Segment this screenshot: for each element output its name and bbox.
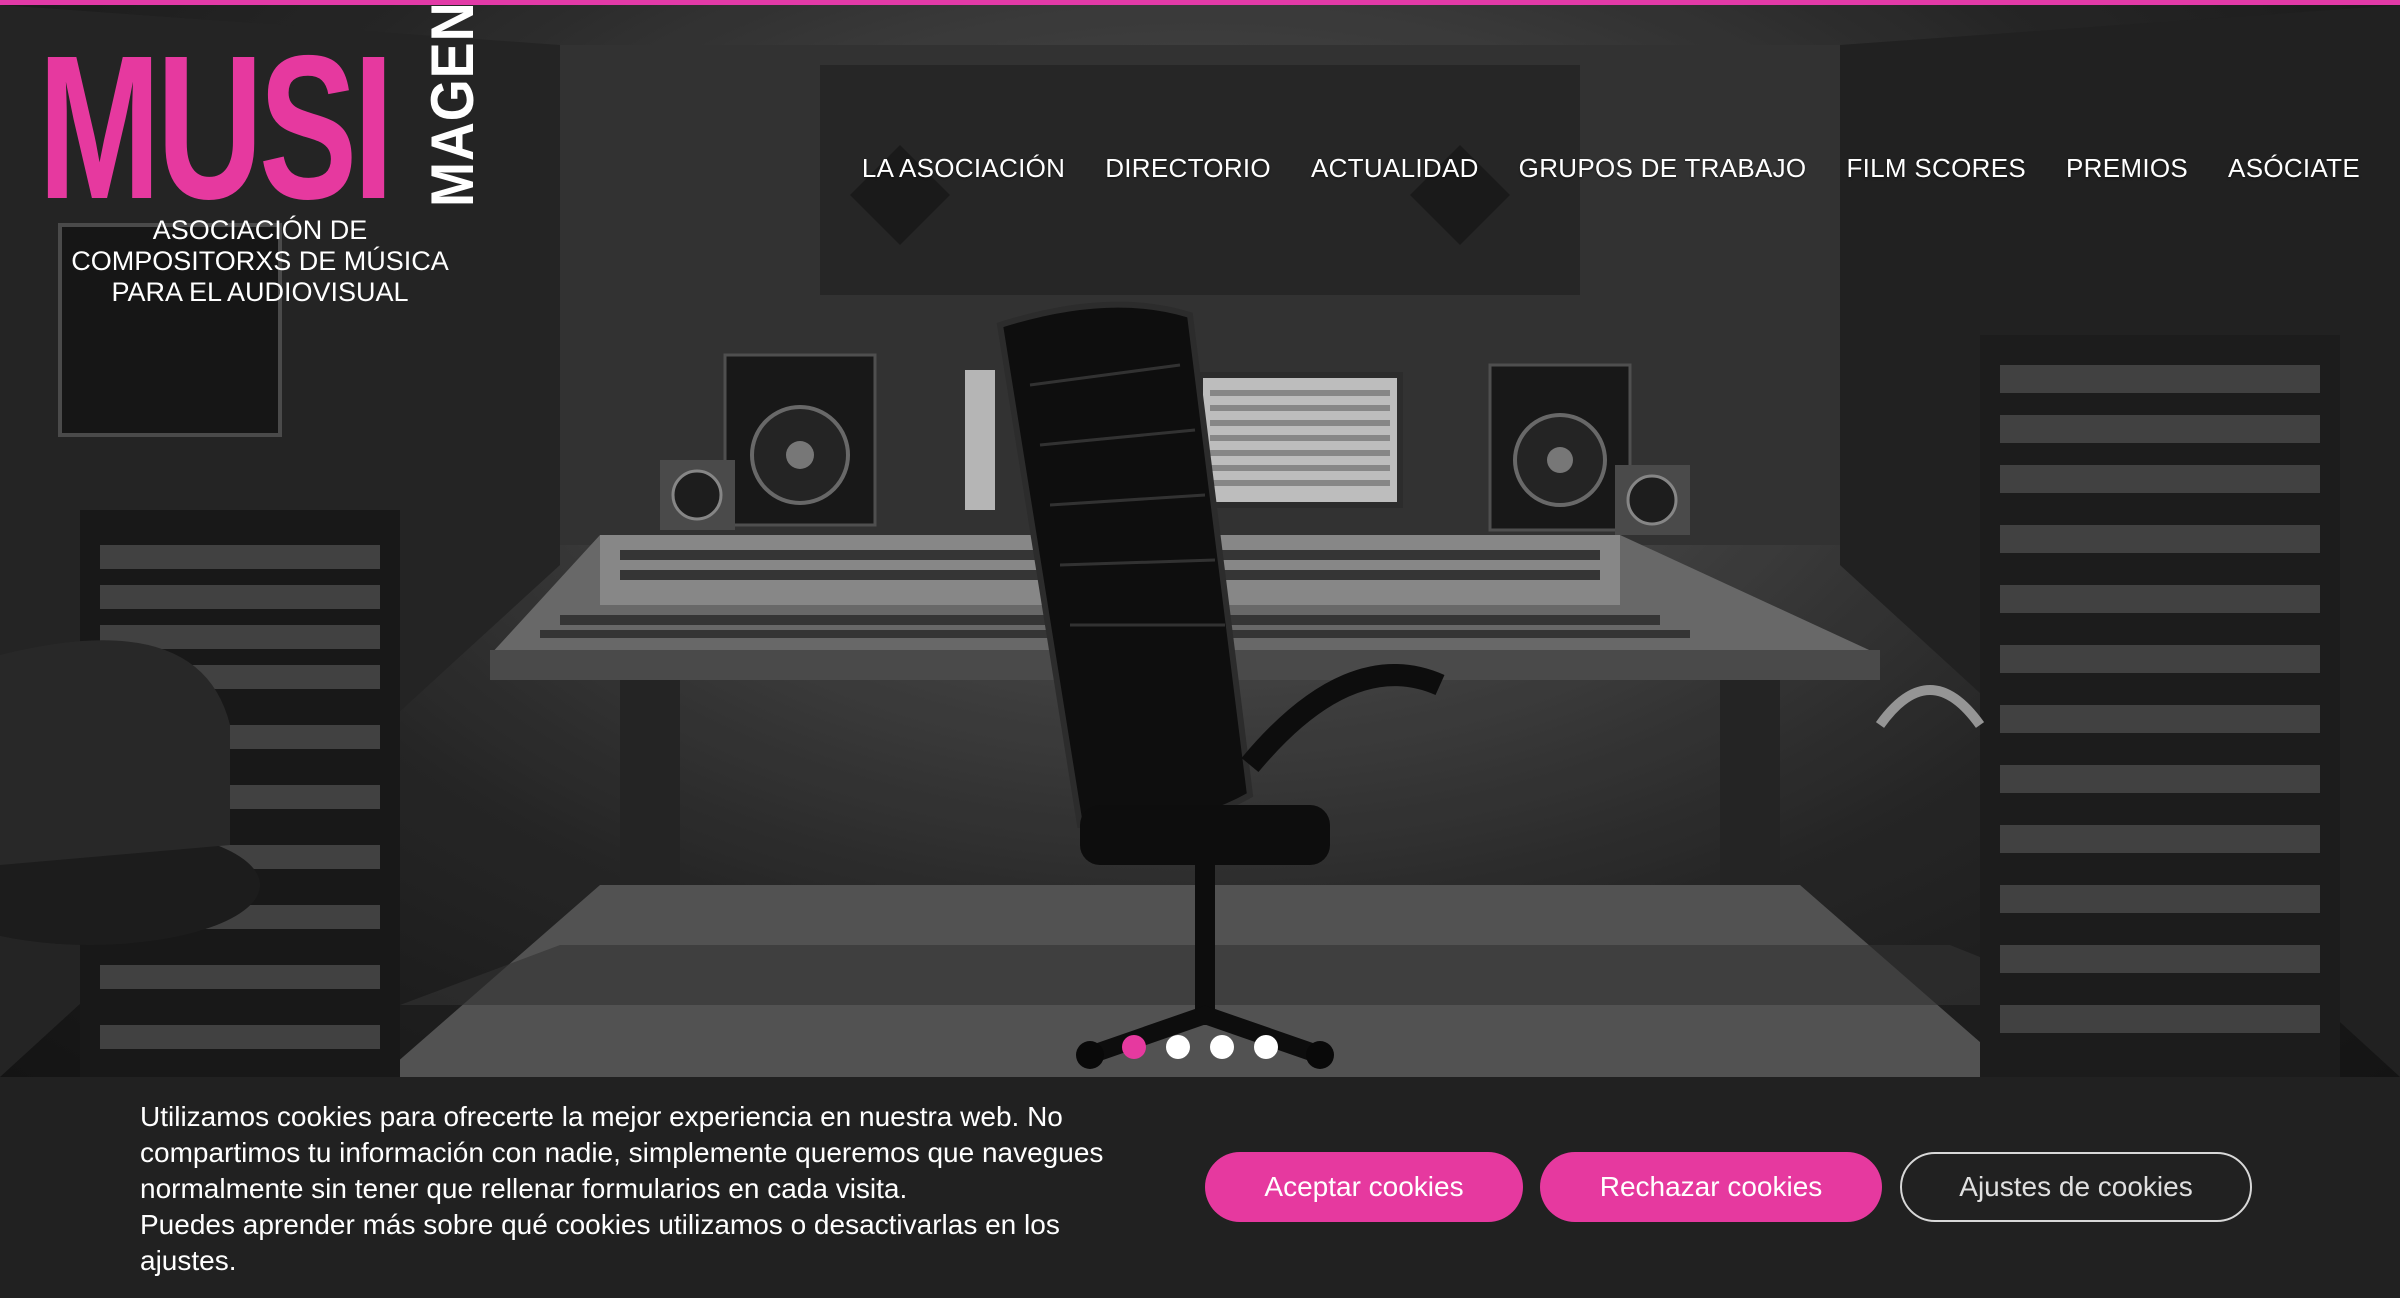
slider-dot-4[interactable] [1254, 1035, 1278, 1059]
slider-pagination [1122, 1035, 1278, 1059]
cookie-banner: Utilizamos cookies para ofrecerte la mej… [0, 1077, 2400, 1298]
nav-film-scores[interactable]: FILM SCORES [1846, 153, 2026, 184]
hero-slider: MUSI MAGEN ASOCIACIÓN DE COMPOSITORXS DE… [0, 5, 2400, 1077]
cookie-text-2: Puedes aprender más sobre qué cookies ut… [140, 1209, 1060, 1276]
logo-magen-text: MAGEN [419, 5, 486, 207]
logo-tagline: ASOCIACIÓN DE COMPOSITORXS DE MÚSICA PAR… [38, 215, 482, 308]
site-logo[interactable]: MUSI MAGEN ASOCIACIÓN DE COMPOSITORXS DE… [38, 5, 498, 315]
nav-directorio[interactable]: DIRECTORIO [1105, 153, 1271, 184]
logo-musi-text: MUSI [38, 13, 394, 242]
slider-dot-1[interactable] [1122, 1035, 1146, 1059]
cookie-settings-button[interactable]: Ajustes de cookies [1900, 1152, 2252, 1222]
tagline-line-2: COMPOSITORXS DE MÚSICA [71, 246, 449, 276]
nav-la-asociacion[interactable]: LA ASOCIACIÓN [862, 153, 1065, 184]
cookie-message: Utilizamos cookies para ofrecerte la mej… [140, 1099, 1130, 1279]
slider-dot-3[interactable] [1210, 1035, 1234, 1059]
logo-magen-vertical: MAGEN [419, 5, 523, 207]
cookie-text-1: Utilizamos cookies para ofrecerte la mej… [140, 1101, 1104, 1204]
nav-asociate[interactable]: ASÓCIATE [2228, 153, 2360, 184]
nav-premios[interactable]: PREMIOS [2066, 153, 2188, 184]
tagline-line-1: ASOCIACIÓN DE [152, 215, 368, 245]
accept-cookies-button[interactable]: Aceptar cookies [1205, 1152, 1523, 1222]
nav-actualidad[interactable]: ACTUALIDAD [1311, 153, 1479, 184]
reject-cookies-button[interactable]: Rechazar cookies [1540, 1152, 1882, 1222]
main-navigation: LA ASOCIACIÓN DIRECTORIO ACTUALIDAD GRUP… [822, 153, 2360, 184]
tagline-line-3: PARA EL AUDIOVISUAL [111, 277, 409, 307]
nav-grupos-de-trabajo[interactable]: GRUPOS DE TRABAJO [1519, 153, 1807, 184]
slider-dot-2[interactable] [1166, 1035, 1190, 1059]
